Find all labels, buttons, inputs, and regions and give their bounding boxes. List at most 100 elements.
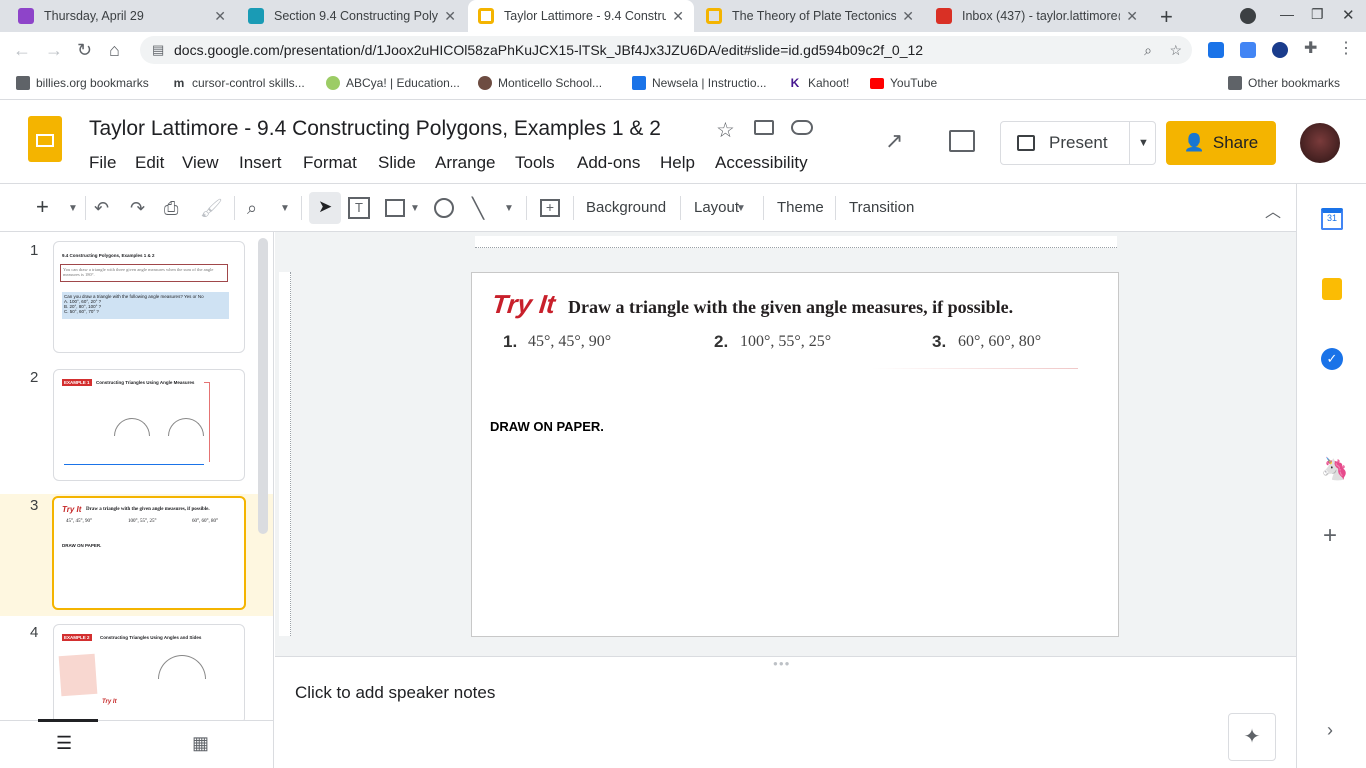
tab-search-icon[interactable] [1240, 8, 1256, 24]
close-tab-icon[interactable]: ✕ [672, 8, 684, 25]
menu-view[interactable]: View [182, 153, 219, 173]
explore-icon[interactable]: ✦ [1228, 713, 1276, 761]
get-addons-icon[interactable]: + [1323, 522, 1337, 550]
close-tab-icon[interactable]: ✕ [902, 8, 914, 25]
speaker-notes[interactable]: ●●● Click to add speaker notes ✦ [275, 656, 1296, 768]
bookmark-item[interactable]: Monticello School... [478, 76, 602, 90]
redo-icon[interactable]: ↷ [130, 198, 145, 219]
menu-edit[interactable]: Edit [135, 153, 164, 173]
slide-thumbnail-2[interactable]: EXAMPLE 1 Constructing Triangles Using A… [53, 369, 245, 481]
add-comment-icon[interactable]: + [540, 199, 560, 217]
collapse-toolbar-icon[interactable]: ︿ [1265, 198, 1281, 222]
browser-tab[interactable]: The Theory of Plate Tectonics ✕ [696, 0, 924, 32]
bookmark-item[interactable]: K Kahoot! [788, 76, 850, 90]
slide-thumbnail-1[interactable]: 9.4 Constructing Polygons, Examples 1 & … [53, 241, 245, 353]
speaker-notes-placeholder[interactable]: Click to add speaker notes [295, 683, 495, 703]
minimize-icon[interactable]: — [1280, 6, 1294, 22]
close-window-icon[interactable]: ✕ [1342, 6, 1355, 24]
share-button[interactable]: 👤 Share [1166, 121, 1276, 165]
document-title[interactable]: Taylor Lattimore - 9.4 Constructing Poly… [89, 117, 661, 141]
avatar[interactable] [1300, 123, 1340, 163]
layout-dropdown-icon[interactable]: ▼ [736, 203, 746, 214]
bookmark-star-icon[interactable]: ☆ [1169, 36, 1182, 64]
menu-format[interactable]: Format [303, 153, 357, 173]
background-button[interactable]: Background [586, 199, 666, 216]
select-tool[interactable]: ➤ [309, 192, 341, 224]
transition-button[interactable]: Transition [849, 199, 914, 216]
zoom-dropdown-icon[interactable]: ▼ [280, 203, 290, 214]
move-folder-icon[interactable] [754, 120, 774, 135]
expand-panel-icon[interactable]: › [1327, 720, 1333, 741]
bookmark-item[interactable]: Newsela | Instructio... [632, 76, 767, 90]
activity-trend-icon[interactable]: ↗ [885, 128, 903, 154]
close-tab-icon[interactable]: ✕ [214, 8, 226, 25]
browser-menu-icon[interactable]: ⋮ [1338, 38, 1354, 58]
paint-format-icon[interactable]: 🖌 [200, 198, 223, 219]
filmstrip-scrollbar[interactable] [258, 238, 268, 534]
zoom-icon[interactable]: ⌕ [1144, 36, 1152, 64]
print-icon[interactable]: ⎙ [164, 198, 178, 219]
present-options-dropdown[interactable]: ▼ [1129, 122, 1157, 164]
line-icon[interactable]: ╲ [472, 196, 484, 221]
close-tab-icon[interactable]: ✕ [444, 8, 456, 25]
notes-resize-handle[interactable]: ●●● [773, 659, 791, 668]
home-icon[interactable]: ⌂ [109, 40, 120, 61]
layout-button[interactable]: Layout [694, 199, 739, 216]
browser-tab[interactable]: Inbox (437) - taylor.lattimore@ ✕ [926, 0, 1148, 32]
extensions-puzzle-icon[interactable]: ✚ [1304, 38, 1317, 58]
bookmark-item[interactable]: m cursor-control skills... [172, 76, 305, 90]
slide-note-text[interactable]: DRAW ON PAPER. [490, 419, 604, 434]
browser-tab-active[interactable]: Taylor Lattimore - 9.4 Constru ✕ [468, 0, 694, 32]
menu-arrange[interactable]: Arrange [435, 153, 495, 173]
new-tab-icon[interactable]: + [1160, 4, 1173, 30]
menu-addons[interactable]: Add-ons [577, 153, 640, 173]
shape-icon[interactable] [434, 198, 454, 218]
tasks-icon[interactable]: ✓ [1321, 348, 1343, 370]
calendar-icon[interactable]: 31 [1321, 208, 1343, 230]
slide-thumbnail-4[interactable]: EXAMPLE 2 Constructing Triangles Using A… [53, 624, 245, 720]
menu-slide[interactable]: Slide [378, 153, 416, 173]
other-bookmarks[interactable]: Other bookmarks [1228, 76, 1340, 90]
extension-icon[interactable] [1272, 42, 1288, 58]
image-dropdown-icon[interactable]: ▼ [410, 203, 420, 214]
page-info-icon[interactable]: ▤ [152, 36, 164, 64]
url-bar[interactable]: ▤ docs.google.com/presentation/d/1Joox2uH… [140, 36, 1192, 64]
image-icon[interactable] [385, 199, 405, 217]
bookmark-item[interactable]: YouTube [870, 76, 937, 90]
slide-thumbnail-3[interactable]: Try It Draw a triangle with the given an… [52, 496, 246, 610]
menu-insert[interactable]: Insert [239, 153, 282, 173]
close-tab-icon[interactable]: ✕ [1126, 8, 1138, 25]
browser-tab[interactable]: Thursday, April 29 ✕ [8, 0, 236, 32]
bookmark-item[interactable]: ABCya! | Education... [326, 76, 460, 90]
menu-file[interactable]: File [89, 153, 116, 173]
new-slide-icon[interactable]: + [36, 194, 49, 220]
extension-icon[interactable] [1208, 42, 1224, 58]
forward-icon[interactable]: → [45, 40, 63, 61]
keep-icon[interactable] [1322, 278, 1342, 300]
theme-button[interactable]: Theme [777, 199, 824, 216]
reload-icon[interactable]: ↻ [77, 40, 92, 61]
menu-help[interactable]: Help [660, 153, 695, 173]
menu-tools[interactable]: Tools [515, 153, 555, 173]
grid-view-icon[interactable]: ▦ [192, 733, 209, 754]
extension-icon[interactable] [1240, 42, 1256, 58]
slide-filmstrip[interactable]: 1 9.4 Constructing Polygons, Examples 1 … [0, 232, 274, 720]
menu-accessibility[interactable]: Accessibility [715, 153, 808, 173]
text-box-icon[interactable]: T [348, 197, 370, 219]
new-slide-dropdown-icon[interactable]: ▼ [68, 203, 78, 214]
browser-tab[interactable]: Section 9.4 Constructing Polyg ✕ [238, 0, 466, 32]
slides-logo-icon[interactable] [28, 116, 62, 162]
line-dropdown-icon[interactable]: ▼ [504, 203, 514, 214]
undo-icon[interactable]: ↶ [94, 198, 109, 219]
present-button[interactable]: Present ▼ [1000, 121, 1156, 165]
back-icon[interactable]: ← [13, 40, 31, 61]
cloud-status-icon[interactable] [791, 120, 813, 135]
comments-icon[interactable] [949, 130, 975, 152]
star-icon[interactable]: ☆ [716, 118, 735, 143]
bookmark-item[interactable]: billies.org bookmarks [16, 76, 149, 90]
restore-icon[interactable]: ❐ [1311, 6, 1324, 23]
addon-unicorn-icon[interactable]: 🦄 [1321, 456, 1348, 482]
filmstrip-view-icon[interactable]: ☰ [56, 733, 72, 754]
current-slide[interactable]: Try It Draw a triangle with the given an… [471, 272, 1119, 637]
zoom-icon[interactable]: ⌕ [247, 198, 257, 219]
